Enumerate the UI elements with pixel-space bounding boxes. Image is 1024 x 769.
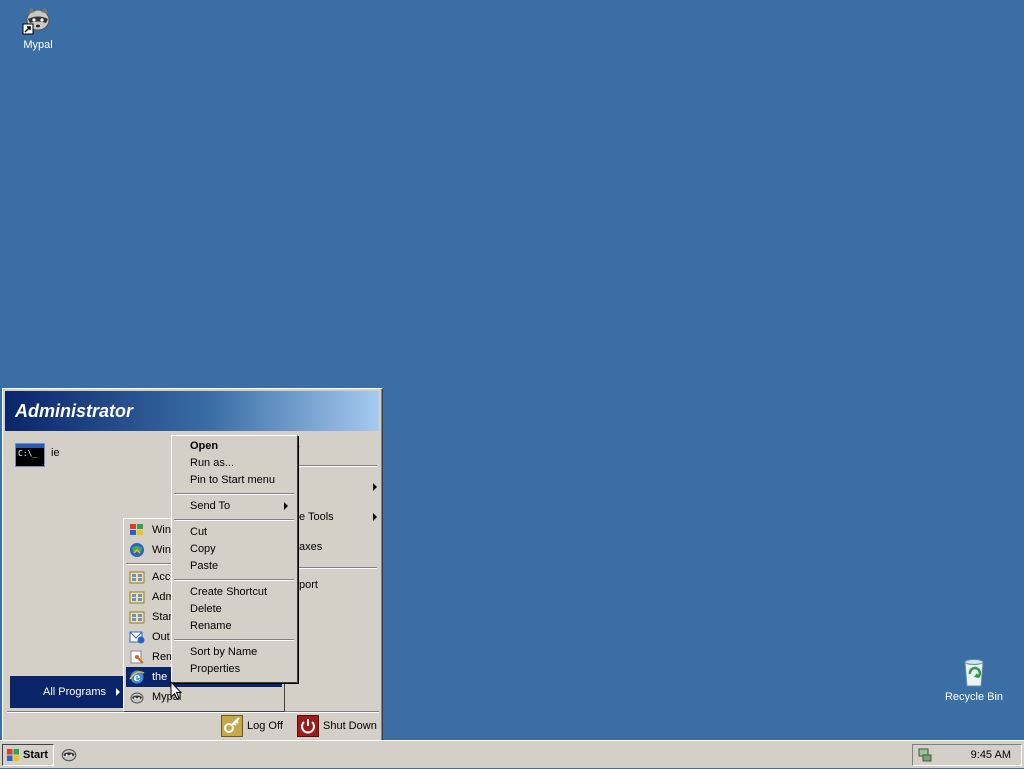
menu-item-properties[interactable]: Properties [174,661,294,678]
menu-item-open[interactable]: Open [174,438,294,455]
submenu-arrow-icon [373,483,377,491]
menu-item-label: Open [190,440,219,452]
program-label: Star [152,611,173,623]
submenu-arrow-icon [373,513,377,521]
right-item-label: port [299,579,318,591]
menu-item-send-to[interactable]: Send To [174,498,294,515]
context-menu: Open Run as... Pin to Start menu Send To… [171,435,298,683]
program-mypal[interactable]: Mypal [126,687,282,707]
menu-item-label: Properties [190,663,241,675]
start-label: Start [23,749,49,761]
network-icon[interactable] [917,747,933,766]
program-label: Win [152,524,171,536]
quick-launch-mypal[interactable] [60,745,80,765]
menu-item-label: Create Shortcut [190,586,268,598]
right-item-label: e Tools [299,511,334,523]
menu-item-rename[interactable]: Rename [174,618,294,635]
all-programs-label: All Programs [43,686,106,698]
menu-item-copy[interactable]: Copy [174,541,294,558]
pinned-item-command-prompt[interactable]: C:\_ ie [13,441,183,469]
menu-item-label: Sort by Name [190,646,258,658]
key-icon [221,715,243,737]
menu-item-pin-to-start[interactable]: Pin to Start menu [174,472,294,489]
program-label: the [152,671,168,683]
menu-item-label: Rename [190,620,232,632]
submenu-arrow-icon [116,688,120,696]
outlook-express-icon [129,629,145,645]
program-label: Out [152,631,170,643]
divider [174,519,294,521]
menu-item-paste[interactable]: Paste [174,558,294,575]
system-tray: 9:45 AM [912,744,1022,766]
menu-item-run-as[interactable]: Run as... [174,455,294,472]
windows-update-icon [129,542,145,558]
all-programs-button[interactable]: All Programs [10,676,128,708]
menu-item-label: Send To [190,500,231,512]
program-group-icon [129,609,145,625]
menu-item-label: Copy [190,543,216,555]
start-menu-user-header: Administrator [5,391,379,431]
divider [174,493,294,495]
shut-down-label: Shut Down [323,720,377,732]
shut-down-button[interactable]: Shut Down [297,714,381,738]
power-icon [297,715,319,737]
right-item-label: axes [299,541,323,553]
desktop-icon-recycle-bin[interactable]: Recycle Bin [936,656,1012,703]
desktop-icon-label: Recycle Bin [944,691,1004,703]
menu-item-sort-by-name[interactable]: Sort by Name [174,644,294,661]
menu-item-label: Pin to Start menu [190,474,275,486]
menu-item-delete[interactable]: Delete [174,601,294,618]
program-group-icon [129,589,145,605]
start-button[interactable]: Start [2,744,54,766]
program-group-icon [129,569,145,585]
raccoon-icon [129,689,145,705]
windows-logo-icon [6,748,20,769]
clock[interactable]: 9:45 AM [971,745,1011,765]
remote-assistance-icon [129,649,145,665]
command-prompt-icon: C:\_ [15,443,45,467]
menu-item-label: Paste [190,560,219,572]
pinned-item-label: ie [51,447,60,459]
raccoon-shortcut-icon [22,4,54,36]
menu-item-cut[interactable]: Cut [174,524,294,541]
menu-item-create-shortcut[interactable]: Create Shortcut [174,584,294,601]
program-label: Win [152,544,171,556]
submenu-arrow-icon [284,502,288,510]
windows-catalog-icon [129,522,145,538]
desktop-icon-mypal[interactable]: Mypal [0,4,76,51]
divider [174,639,294,641]
raccoon-icon [60,748,78,766]
menu-item-label: Delete [190,603,222,615]
internet-explorer-icon: e [129,669,145,685]
recycle-bin-icon [958,656,990,688]
menu-item-label: Cut [190,526,208,538]
taskbar: Start 9:45 AM [0,740,1024,768]
divider [174,579,294,581]
menu-item-label: Run as... [190,457,235,469]
log-off-button[interactable]: Log Off [221,714,291,738]
log-off-label: Log Off [247,720,283,732]
mouse-cursor-icon [170,680,183,704]
desktop-icon-label: Mypal [23,39,53,51]
